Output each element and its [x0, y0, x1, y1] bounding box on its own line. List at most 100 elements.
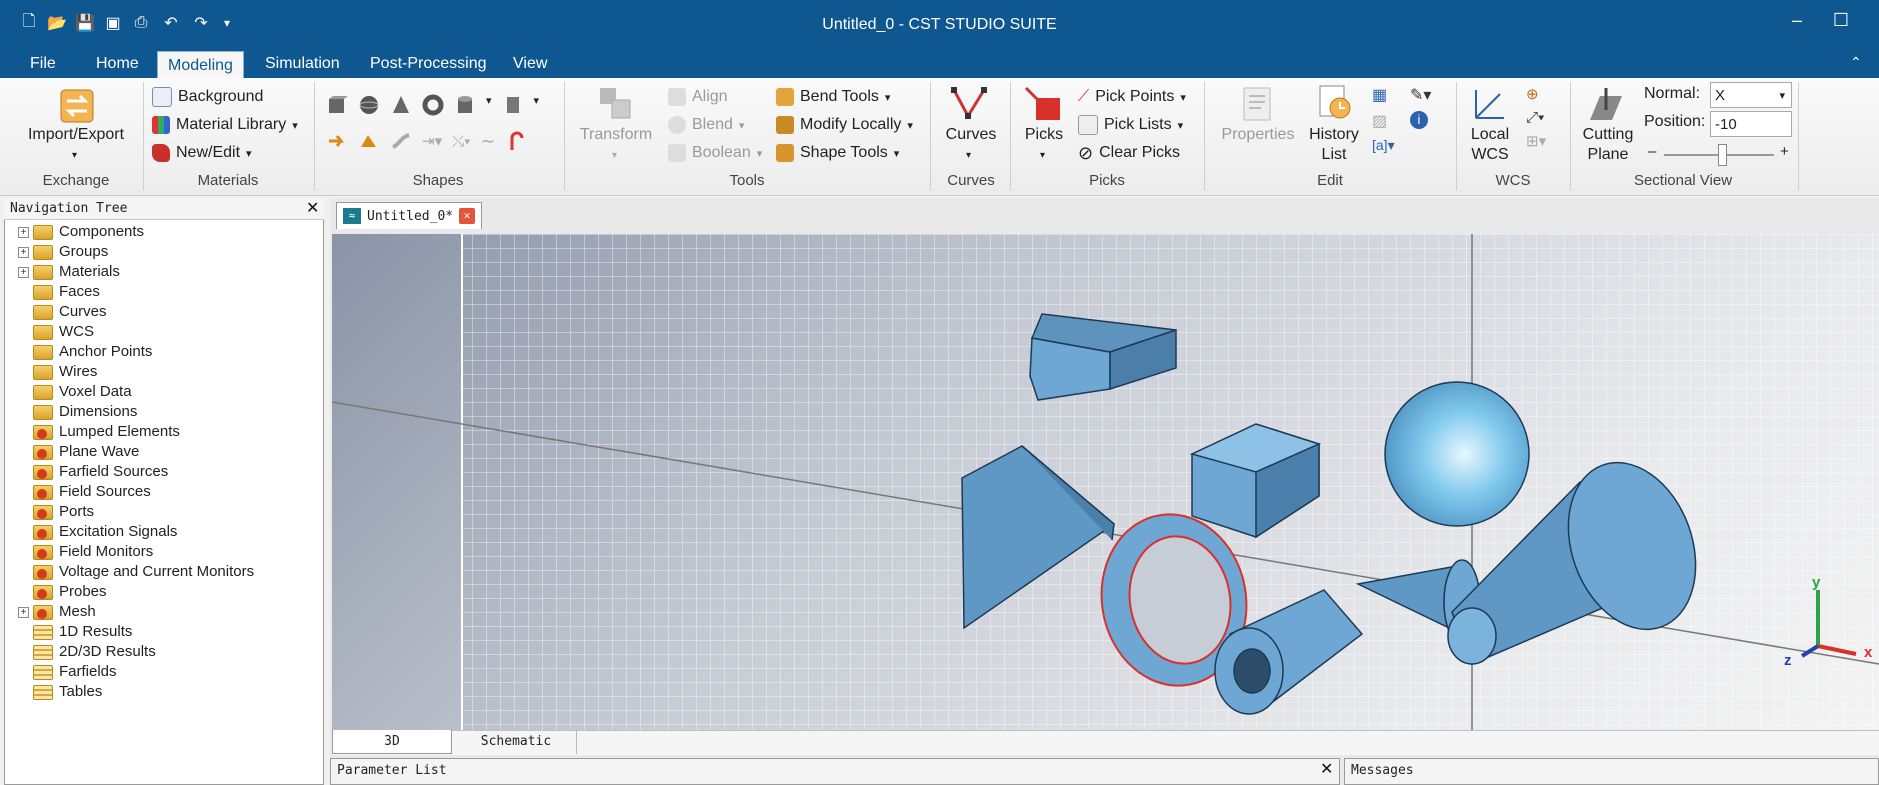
tree-item[interactable]: + Materials — [18, 262, 120, 282]
torus-icon[interactable] — [422, 94, 444, 116]
tree-item[interactable]: Lumped Elements — [18, 422, 180, 442]
new-edit-button[interactable]: New/Edit ▾ — [152, 141, 252, 165]
curves-icon[interactable] — [950, 84, 990, 124]
tree-item[interactable]: Dimensions — [18, 402, 137, 422]
tree-item[interactable]: Plane Wave — [18, 442, 139, 462]
expand-icon[interactable]: + — [18, 606, 29, 618]
expand-icon[interactable]: + — [18, 246, 29, 258]
slider-minus[interactable]: – — [1648, 143, 1656, 160]
slider-plus[interactable]: + — [1780, 143, 1789, 160]
chevron-down-icon[interactable]: ▾ — [534, 94, 540, 116]
tab-home[interactable]: Home — [86, 50, 149, 78]
tree-item[interactable]: + Groups — [18, 242, 108, 262]
modify-locally-button[interactable]: Modify Locally ▾ — [776, 113, 913, 137]
3d-scene[interactable] — [332, 234, 1879, 730]
transform-button[interactable]: Transform — [572, 125, 660, 145]
expand-icon[interactable]: + — [18, 266, 29, 278]
tree-item[interactable]: Excitation Signals — [18, 522, 177, 542]
boolean-button[interactable]: Boolean ▾ — [668, 141, 762, 165]
curve-extrude-icon[interactable]: ⤯▾ — [452, 133, 470, 150]
tree-item[interactable]: Farfields — [18, 662, 117, 682]
blend-button[interactable]: Blend ▾ — [668, 113, 744, 137]
history-list-icon[interactable] — [1314, 82, 1354, 122]
bond-wire-icon[interactable] — [506, 130, 528, 152]
loft-icon[interactable] — [358, 130, 380, 152]
info-icon[interactable]: i — [1410, 111, 1428, 129]
wcs-align-icon[interactable]: ⊕ — [1526, 85, 1546, 103]
tab-post-processing[interactable]: Post-Processing — [360, 50, 497, 78]
curves-button[interactable]: Curves — [936, 125, 1006, 145]
history-list-button[interactable]: History List — [1300, 125, 1368, 165]
chevron-down-icon[interactable]: ▾ — [966, 150, 971, 161]
local-wcs-icon[interactable] — [1470, 84, 1510, 124]
extrude-icon[interactable] — [502, 94, 524, 116]
picks-icon[interactable] — [1024, 84, 1064, 124]
tree-item[interactable]: Field Monitors — [18, 542, 153, 562]
brick-icon[interactable] — [326, 94, 348, 116]
bend-tools-button[interactable]: Bend Tools ▾ — [776, 85, 890, 109]
tree-item[interactable]: Probes — [18, 582, 107, 602]
chevron-down-icon[interactable]: ▾ — [72, 150, 77, 161]
cutting-plane-button[interactable]: Cutting Plane — [1572, 125, 1644, 165]
tree-item[interactable]: Curves — [18, 302, 107, 322]
wcs-transform-icon[interactable]: ⤢▾ — [1526, 109, 1546, 126]
cone-icon[interactable] — [390, 94, 412, 116]
align-button[interactable]: Align — [668, 85, 728, 109]
3d-viewport[interactable]: y x z — [332, 234, 1879, 730]
local-wcs-button[interactable]: Local WCS — [1460, 125, 1520, 165]
tab-view[interactable]: View — [503, 50, 557, 78]
material-library-button[interactable]: Material Library ▾ — [152, 113, 298, 137]
sphere-shape[interactable] — [1384, 381, 1530, 527]
sweep-icon[interactable] — [390, 130, 412, 152]
tab-3d[interactable]: 3D — [332, 730, 452, 754]
tree-item[interactable]: Voxel Data — [18, 382, 132, 402]
tree-item[interactable]: Field Sources — [18, 482, 151, 502]
tree-item[interactable]: 2D/3D Results — [18, 642, 156, 662]
transform-icon[interactable] — [596, 84, 636, 124]
tree-item[interactable]: Faces — [18, 282, 100, 302]
pick-points-button[interactable]: ⟋ Pick Points ▾ — [1078, 85, 1186, 109]
cylinder-icon[interactable] — [454, 94, 476, 116]
wcs-store-icon[interactable]: ⊞▾ — [1526, 132, 1546, 150]
wire-icon[interactable]: ⇥▾ — [422, 132, 442, 150]
pick-lists-button[interactable]: Pick Lists ▾ — [1078, 113, 1183, 137]
tab-schematic[interactable]: Schematic — [456, 730, 577, 754]
slider-handle[interactable] — [1718, 144, 1727, 166]
tree-item[interactable]: + Mesh — [18, 602, 96, 622]
tree-item[interactable]: Farfield Sources — [18, 462, 168, 482]
picks-button[interactable]: Picks — [1012, 125, 1076, 145]
tab-modeling[interactable]: Modeling — [157, 51, 244, 79]
sphere-icon[interactable] — [358, 94, 380, 116]
tree-item[interactable]: Voltage and Current Monitors — [18, 562, 254, 582]
tree-item[interactable]: Tables — [18, 682, 102, 702]
properties-icon[interactable] — [1238, 84, 1278, 124]
tree-item[interactable]: Wires — [18, 362, 97, 382]
template-icon[interactable]: [a]▾ — [1372, 137, 1395, 154]
rotate-shape-icon[interactable] — [326, 130, 348, 152]
chevron-down-icon[interactable]: ▾ — [612, 150, 617, 161]
tree-item[interactable]: + Components — [18, 222, 144, 242]
calculator-icon[interactable]: ▦ — [1372, 85, 1395, 105]
close-icon[interactable]: ✕ — [1320, 759, 1333, 779]
import-export-icon[interactable] — [57, 86, 97, 126]
expand-icon[interactable]: + — [18, 226, 29, 238]
maximize-button[interactable]: ☐ — [1826, 10, 1856, 34]
close-icon[interactable]: ✕ — [459, 208, 476, 224]
pen-icon[interactable]: ✎▾ — [1410, 85, 1431, 105]
chevron-down-icon[interactable]: ▾ — [1040, 150, 1045, 161]
minimize-button[interactable]: – — [1782, 10, 1812, 34]
trace-icon[interactable]: ∼ — [480, 131, 495, 152]
tab-file[interactable]: File — [20, 50, 66, 78]
normal-select[interactable]: X ▾ — [1710, 82, 1792, 108]
chevron-down-icon[interactable]: ▾ — [486, 94, 492, 116]
position-input[interactable]: -10 — [1710, 111, 1792, 137]
properties-button[interactable]: Properties — [1214, 125, 1302, 145]
background-button[interactable]: Background — [152, 85, 263, 109]
document-tab[interactable]: ≈ Untitled_0* ✕ — [336, 202, 483, 229]
shape-tools-button[interactable]: Shape Tools ▾ — [776, 141, 899, 165]
cutting-plane-icon[interactable] — [1586, 84, 1626, 124]
close-icon[interactable]: ✕ — [306, 198, 319, 218]
clear-picks-button[interactable]: ⊘ Clear Picks — [1078, 141, 1180, 165]
tree-item[interactable]: 1D Results — [18, 622, 132, 642]
tree-item[interactable]: Ports — [18, 502, 94, 522]
